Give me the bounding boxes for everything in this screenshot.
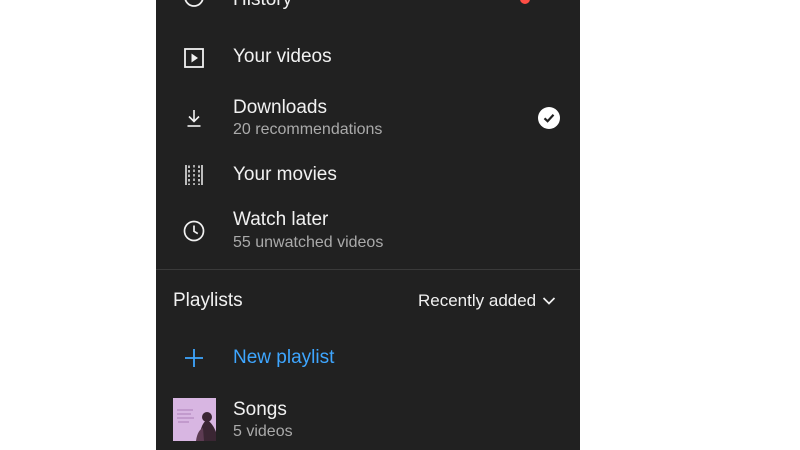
chevron-down-icon: [542, 290, 556, 312]
your-videos-label: Your videos: [233, 46, 332, 67]
downloads-row[interactable]: Downloads 20 recommendations: [156, 92, 580, 146]
library-panel: History Your videos Downloads 20 recomme…: [156, 0, 580, 450]
playlist-thumbnail[interactable]: [173, 398, 216, 441]
clock-icon: [181, 218, 207, 244]
playlist-subtitle: 5 videos: [233, 423, 293, 440]
play-box-icon: [181, 45, 207, 71]
downloads-subtitle: 20 recommendations: [233, 121, 383, 138]
your-movies-row[interactable]: Your movies: [156, 152, 580, 198]
history-icon: [181, 0, 207, 10]
history-label: History: [233, 0, 292, 11]
watch-later-subtitle: 55 unwatched videos: [233, 234, 384, 251]
watch-later-row[interactable]: Watch later 55 unwatched videos: [156, 204, 580, 260]
film-icon: [181, 162, 207, 188]
section-divider: [156, 269, 580, 270]
playlist-row[interactable]: Songs 5 videos: [156, 392, 580, 450]
sort-label: Recently added: [418, 291, 537, 310]
playlist-title: Songs: [233, 399, 287, 420]
downloads-label: Downloads: [233, 97, 327, 118]
downloads-check-icon: [538, 107, 560, 129]
new-playlist-row[interactable]: New playlist: [156, 335, 580, 381]
new-playlist-label: New playlist: [233, 347, 335, 368]
notification-dot: [520, 0, 530, 4]
watch-later-label: Watch later: [233, 209, 329, 230]
sort-dropdown[interactable]: Recently added: [418, 290, 556, 312]
plus-icon: [181, 345, 207, 371]
history-row[interactable]: History: [156, 0, 580, 12]
your-videos-row[interactable]: Your videos: [156, 35, 580, 81]
your-movies-label: Your movies: [233, 164, 337, 185]
download-icon: [181, 105, 207, 131]
playlists-heading: Playlists: [173, 290, 243, 311]
